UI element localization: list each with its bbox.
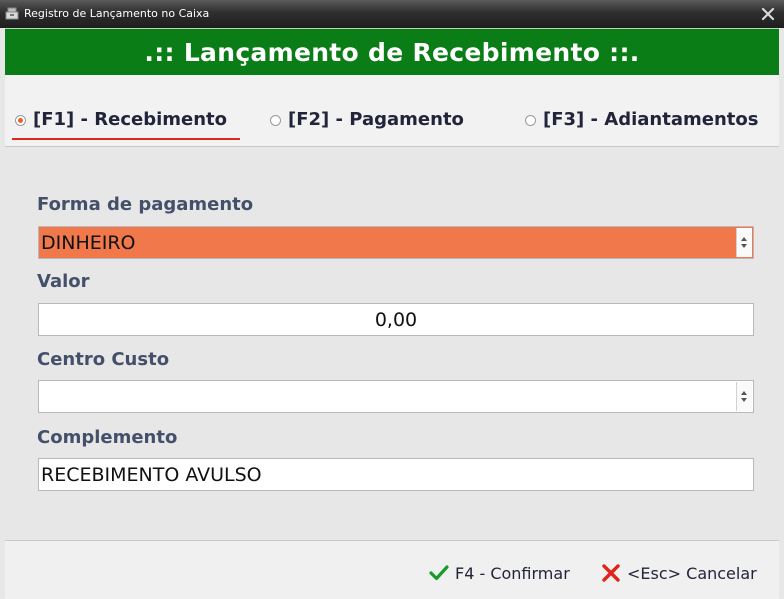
forma-pagamento-value: DINHEIRO xyxy=(41,232,136,254)
spinner-icon[interactable] xyxy=(736,382,752,411)
tab-label: [F2] - Pagamento xyxy=(288,109,464,130)
tab-label: [F3] - Adiantamentos xyxy=(543,109,759,130)
x-icon xyxy=(602,564,620,582)
close-icon[interactable] xyxy=(758,4,778,24)
check-icon xyxy=(429,565,449,581)
complemento-value: RECEBIMENTO AVULSO xyxy=(41,464,262,486)
footer: F4 - Confirmar <Esc> Cancelar xyxy=(5,540,779,599)
header-banner: .:: Lançamento de Recebimento ::. xyxy=(5,28,779,76)
cancel-label: <Esc> Cancelar xyxy=(627,564,757,583)
forma-pagamento-select[interactable]: DINHEIRO xyxy=(38,226,754,259)
active-tab-indicator xyxy=(12,138,240,140)
centro-custo-select[interactable] xyxy=(38,380,754,413)
spinner-icon[interactable] xyxy=(736,228,752,257)
valor-input[interactable]: 0,00 xyxy=(38,303,754,336)
form-body: Forma de pagamento DINHEIRO Valor 0,00 C… xyxy=(5,147,779,537)
forma-pagamento-label: Forma de pagamento xyxy=(37,194,254,215)
complemento-input[interactable]: RECEBIMENTO AVULSO xyxy=(38,458,754,491)
dialog-window: Registro de Lançamento no Caixa .:: Lanç… xyxy=(0,0,784,599)
tab-label: [F1] - Recebimento xyxy=(33,109,228,130)
valor-value: 0,00 xyxy=(374,309,418,331)
window-title: Registro de Lançamento no Caixa xyxy=(24,7,210,20)
radio-icon[interactable] xyxy=(270,115,281,126)
tab-bar: [F1] - Recebimento [F2] - Pagamento [F3]… xyxy=(5,75,779,147)
valor-label: Valor xyxy=(37,271,90,292)
centro-custo-label: Centro Custo xyxy=(37,349,170,370)
title-bar[interactable]: Registro de Lançamento no Caixa xyxy=(0,0,784,28)
complemento-label: Complemento xyxy=(37,427,178,448)
radio-icon[interactable] xyxy=(525,115,536,126)
page-title: .:: Lançamento de Recebimento ::. xyxy=(144,38,640,67)
radio-selected-icon[interactable] xyxy=(15,115,26,126)
confirm-label: F4 - Confirmar xyxy=(455,564,570,583)
cash-register-icon xyxy=(5,7,19,20)
